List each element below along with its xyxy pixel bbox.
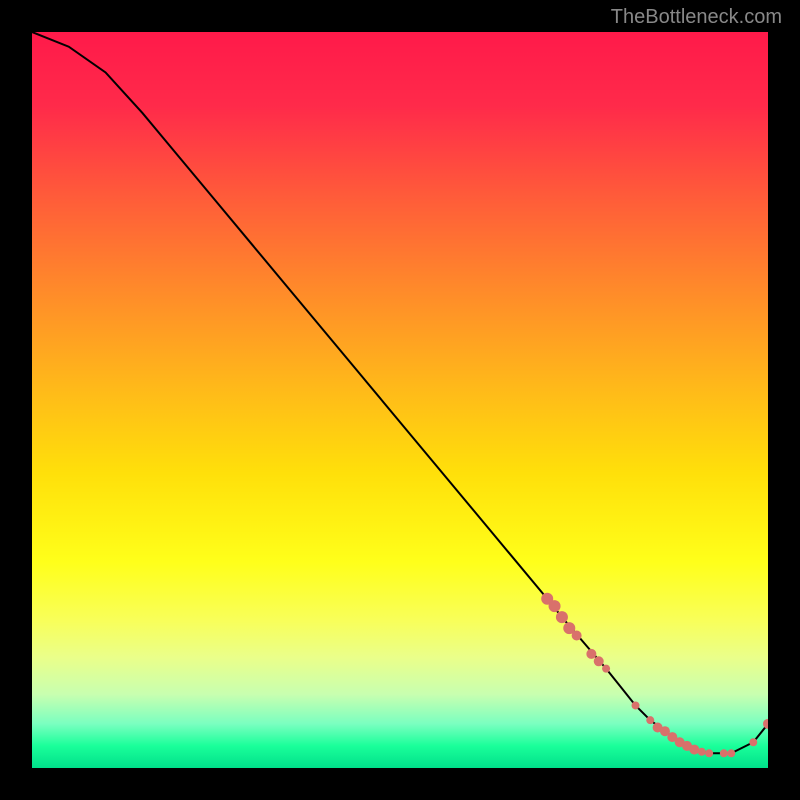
chart-svg [32, 32, 768, 768]
bottleneck-curve [32, 32, 768, 753]
data-marker [689, 745, 699, 755]
marker-group [541, 593, 768, 758]
data-marker [549, 600, 561, 612]
data-marker [646, 716, 654, 724]
data-marker [602, 665, 610, 673]
data-marker [705, 749, 713, 757]
watermark-text: TheBottleneck.com [611, 6, 782, 29]
data-marker [632, 701, 640, 709]
data-marker [763, 719, 768, 729]
data-marker [749, 738, 757, 746]
data-marker [586, 649, 596, 659]
data-marker [556, 611, 568, 623]
data-marker [720, 749, 728, 757]
data-marker [594, 656, 604, 666]
chart-plot-area [32, 32, 768, 768]
data-marker [727, 749, 735, 757]
data-marker [698, 748, 706, 756]
data-marker [572, 631, 582, 641]
